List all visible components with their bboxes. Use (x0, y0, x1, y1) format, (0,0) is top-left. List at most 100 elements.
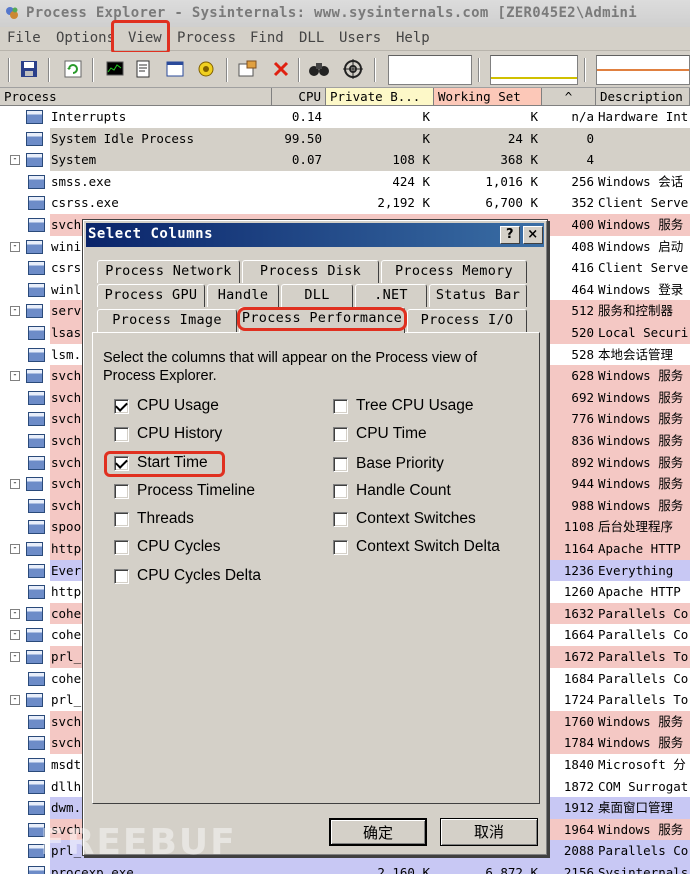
cpu-affinity-icon[interactable] (195, 58, 217, 80)
description-value: Apache HTTP (596, 581, 690, 603)
properties-icon[interactable] (132, 58, 154, 80)
menu-file[interactable]: File (7, 27, 41, 51)
column-header-cpu[interactable]: CPU (272, 88, 326, 106)
column-header-process[interactable]: Process (0, 88, 272, 106)
pid-value: 256 (542, 170, 596, 193)
process-icon (28, 434, 45, 448)
tab-dll[interactable]: DLL (281, 284, 353, 307)
save-icon[interactable] (18, 58, 40, 80)
process-icon (26, 606, 43, 621)
menu-help[interactable]: Help (396, 27, 430, 51)
pid-value: 1236 (542, 559, 596, 582)
process-icon (26, 304, 43, 319)
cpu-time-checkbox[interactable] (333, 427, 348, 442)
window-icon[interactable] (164, 58, 186, 80)
table-row[interactable]: System Idle Process 99.50 K 24 K0 (0, 127, 690, 150)
threads-checkbox[interactable] (114, 512, 129, 527)
process-name: csrss.exe (50, 192, 272, 214)
refresh-icon[interactable] (62, 58, 84, 80)
collapse-toggle-icon[interactable]: - (10, 652, 20, 662)
process-icon (28, 174, 45, 189)
handle-count-checkbox[interactable] (333, 484, 348, 499)
menu-process[interactable]: Process (177, 27, 236, 51)
process-icon (26, 110, 43, 124)
cancel-button[interactable]: 取消 (440, 818, 538, 846)
process-icon (28, 736, 45, 751)
menu-find[interactable]: Find (250, 27, 284, 51)
collapse-toggle-icon[interactable]: - (10, 695, 20, 706)
working-set-value: 368 K (434, 149, 542, 171)
collapse-toggle-icon[interactable]: - (10, 371, 20, 382)
cpu-usage-checkbox[interactable] (114, 399, 129, 414)
tree-gutter: - (0, 689, 50, 711)
ok-button[interactable]: 确定 (329, 818, 427, 846)
system-info-icon[interactable] (104, 58, 126, 80)
context-switches-checkbox[interactable] (333, 512, 348, 527)
tab-process-image[interactable]: Process Image (97, 309, 237, 332)
cpu-cycles-checkbox[interactable] (114, 540, 129, 555)
kill-process-icon[interactable] (270, 58, 292, 80)
process-name: Interrupts (50, 106, 272, 128)
pid-value: 400 (542, 214, 596, 236)
collapse-toggle-icon[interactable]: - (10, 155, 20, 166)
cpu-history-checkbox[interactable] (114, 427, 129, 442)
io-graph[interactable] (596, 55, 690, 85)
menu-options[interactable]: Options (56, 27, 115, 51)
cpu-usage-label: CPU Usage (137, 397, 219, 414)
tab-process-disk[interactable]: Process Disk (242, 260, 379, 283)
tab-dotnet[interactable]: .NET (355, 284, 427, 307)
tree-gutter (0, 106, 50, 128)
description-value: Windows 服务 (596, 214, 690, 236)
tab-handle[interactable]: Handle (207, 284, 279, 307)
description-value: Parallels Co (596, 602, 690, 625)
context-switch-delta-checkbox[interactable] (333, 540, 348, 555)
column-header-description[interactable]: Description (596, 88, 690, 106)
tab-process-memory[interactable]: Process Memory (381, 260, 527, 283)
process-icon (26, 650, 43, 664)
column-header-working-set[interactable]: Working Set (434, 88, 542, 106)
menu-users[interactable]: Users (339, 27, 381, 51)
cpu-cycles-delta-checkbox[interactable] (114, 569, 129, 584)
close-button[interactable]: × (523, 226, 543, 244)
base-priority-checkbox[interactable] (333, 457, 348, 472)
description-value: Hardware Int (596, 106, 690, 128)
cpu-graph[interactable] (388, 55, 472, 85)
memory-graph[interactable] (490, 55, 578, 85)
pid-value: 1724 (542, 689, 596, 711)
working-set-value: 6,700 K (434, 192, 542, 214)
process-timeline-checkbox[interactable] (114, 484, 129, 499)
target-icon[interactable] (342, 58, 364, 80)
collapse-toggle-icon[interactable]: - (10, 241, 20, 252)
collapse-toggle-icon[interactable]: - (10, 608, 20, 619)
table-row[interactable]: csrss.exe 2,192 K 6,700 K 352 Client Serve (0, 192, 690, 214)
dll-view-icon[interactable] (237, 58, 259, 80)
table-row[interactable]: Interrupts 0.14 K Kn/a Hardware Int (0, 106, 690, 128)
tab-status-bar[interactable]: Status Bar (429, 284, 527, 307)
tab-process-gpu[interactable]: Process GPU (97, 284, 205, 307)
collapse-toggle-icon[interactable]: - (10, 306, 20, 317)
table-row[interactable]: - System 0.07 108 K 368 K4 (0, 149, 690, 171)
tab-process-network[interactable]: Process Network (97, 260, 240, 283)
pid-value: 464 (542, 278, 596, 301)
process-icon (28, 671, 45, 686)
column-header-private-bytes[interactable]: Private B... (326, 88, 434, 106)
description-value: Sysinternals (596, 862, 690, 874)
column-header-pid[interactable]: ^ (542, 88, 596, 106)
tab-process-io[interactable]: Process I/O (407, 309, 527, 332)
pid-value: 1760 (542, 710, 596, 733)
menu-dll[interactable]: DLL (299, 27, 324, 51)
tree-cpu-usage-checkbox[interactable] (333, 399, 348, 414)
collapse-toggle-icon[interactable]: - (10, 544, 20, 554)
collapse-toggle-icon[interactable]: - (10, 630, 20, 641)
menu-bar: File Options View Process Find DLL Users… (0, 27, 690, 51)
description-value: 后台处理程序 (596, 516, 690, 538)
table-row[interactable]: procexp.exe 2,160 K 6,872 K 2156 Sysinternal… (0, 862, 690, 874)
process-icon (28, 282, 45, 297)
find-binoculars-icon[interactable] (308, 58, 330, 80)
pid-value: n/a (542, 106, 596, 128)
table-row[interactable]: smss.exe 424 K 1,016 K 256 Windows 会话 (0, 170, 690, 193)
help-button[interactable]: ? (500, 226, 520, 244)
collapse-toggle-icon[interactable]: - (10, 479, 20, 490)
process-icon (26, 153, 43, 168)
tree-cpu-usage-label: Tree CPU Usage (356, 397, 474, 414)
